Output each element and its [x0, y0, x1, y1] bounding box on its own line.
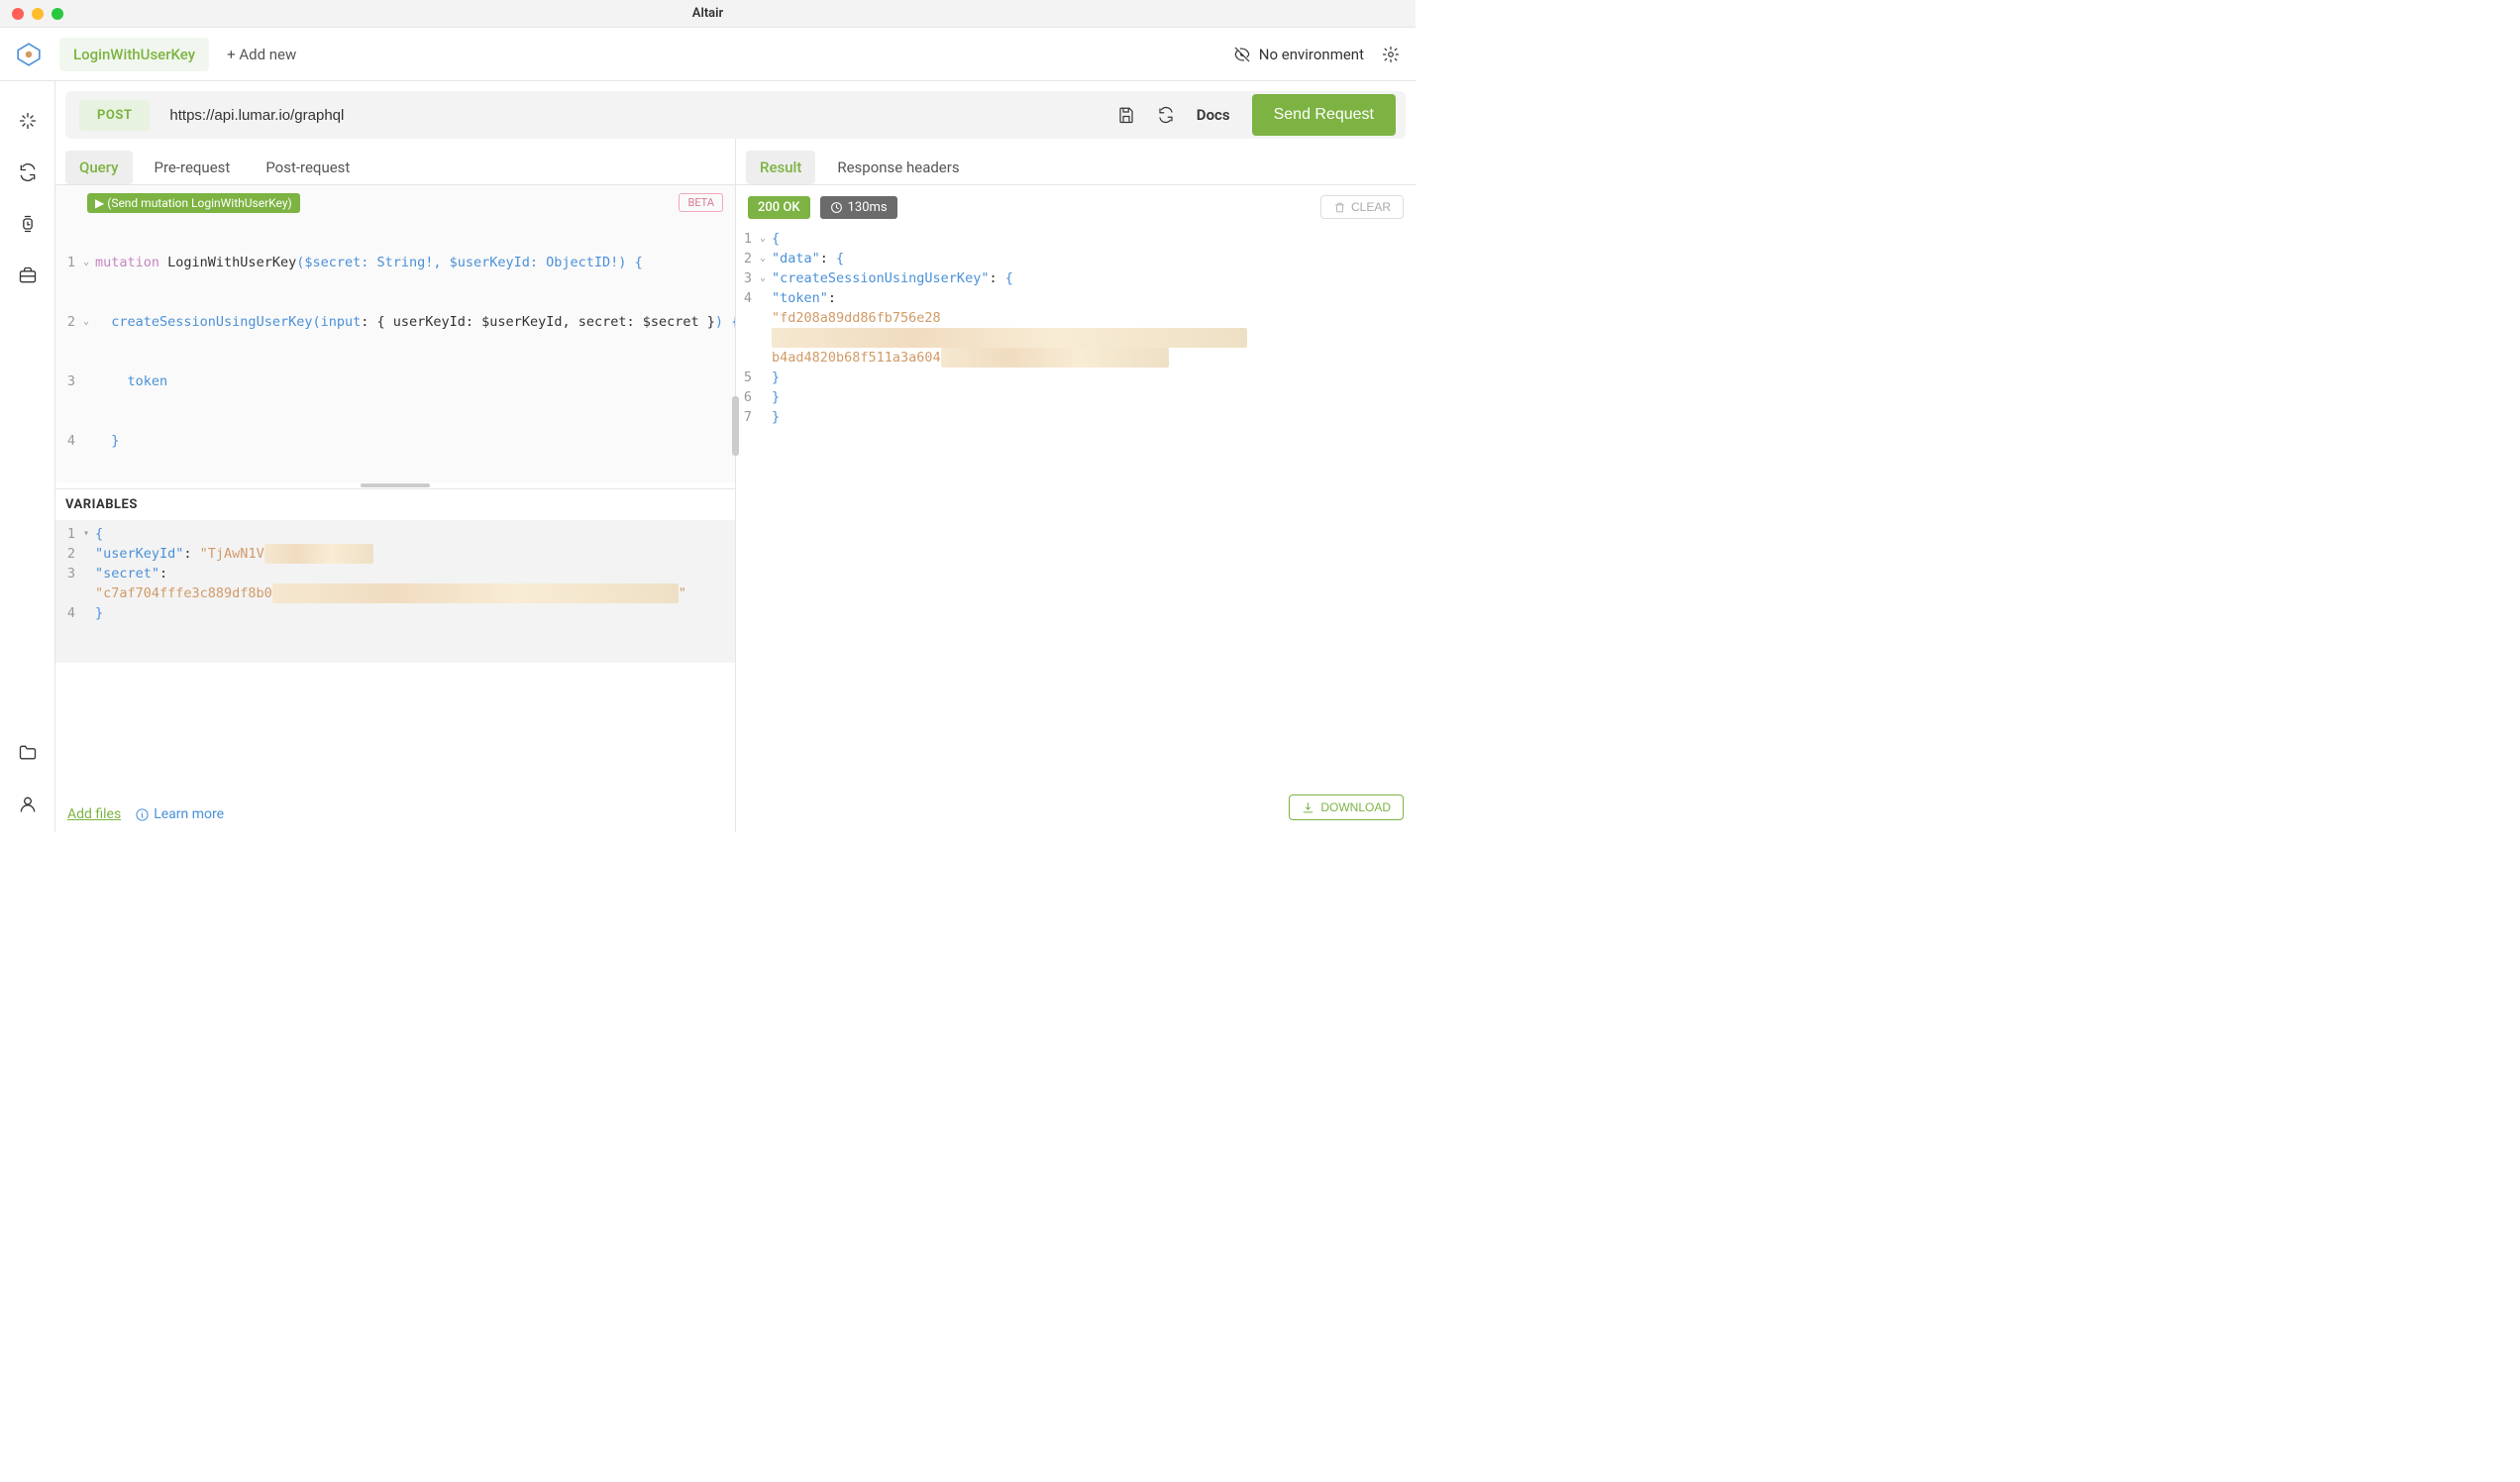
editor-footer: Add files Learn more [55, 796, 735, 832]
result-status-bar: 200 OK 130ms CLEAR [736, 185, 1416, 229]
variables-editor[interactable]: 1▾{ 2 "userKeyId": "TjAwN1Vxxxxxxxxxxxx … [55, 520, 735, 663]
beta-badge: BETA [679, 193, 723, 212]
sparkle-icon[interactable] [18, 111, 38, 131]
workspace-tab[interactable]: LoginWithUserKey [59, 38, 209, 71]
user-icon[interactable] [18, 794, 38, 814]
environment-selector[interactable]: No environment [1233, 46, 1364, 63]
titlebar: Altair [0, 0, 1416, 28]
docs-button[interactable]: Docs [1197, 106, 1230, 124]
tab-query[interactable]: Query [65, 151, 133, 184]
folder-icon[interactable] [18, 743, 38, 763]
response-time-badge: 130ms [820, 196, 897, 219]
url-bar: POST Docs Send Request [65, 91, 1406, 139]
app-logo-icon [16, 42, 42, 67]
result-pane: Result Response headers 200 OK 130ms CLE… [736, 139, 1416, 832]
query-editor[interactable]: ▶ (Send mutation LoginWithUserKey) BETA … [55, 185, 735, 482]
tab-pre-request[interactable]: Pre-request [141, 151, 245, 184]
tab-post-request[interactable]: Post-request [252, 151, 364, 184]
query-pane: Query Pre-request Post-request ▶ (Send m… [55, 139, 735, 832]
settings-icon[interactable] [1382, 46, 1400, 63]
save-icon[interactable] [1117, 106, 1135, 124]
info-icon [135, 807, 150, 822]
variables-header: VARIABLES [55, 489, 735, 520]
http-status-badge: 200 OK [748, 196, 810, 219]
trash-icon [1333, 201, 1346, 214]
download-icon [1302, 801, 1314, 814]
clock-icon [830, 201, 843, 214]
clear-button[interactable]: CLEAR [1320, 195, 1404, 219]
add-files-link[interactable]: Add files [67, 806, 121, 822]
environment-label: No environment [1259, 46, 1364, 63]
download-button[interactable]: DOWNLOAD [1289, 794, 1404, 820]
http-method-button[interactable]: POST [79, 100, 150, 131]
tab-result[interactable]: Result [746, 151, 815, 184]
tab-response-headers[interactable]: Response headers [823, 151, 973, 184]
window-zoom-icon[interactable] [52, 8, 63, 20]
traffic-lights [0, 8, 63, 20]
reload-icon[interactable] [1157, 106, 1175, 124]
sync-icon[interactable] [18, 162, 38, 182]
left-sidebar [0, 81, 55, 832]
topbar: LoginWithUserKey + Add new No environmen… [0, 28, 1416, 81]
send-request-button[interactable]: Send Request [1252, 94, 1396, 136]
watch-icon[interactable] [18, 214, 38, 234]
horizontal-splitter[interactable] [55, 482, 735, 488]
url-input[interactable] [150, 107, 1116, 124]
add-tab-button[interactable]: + Add new [227, 46, 296, 63]
eye-off-icon [1233, 46, 1251, 63]
variables-section: VARIABLES 1▾{ 2 "userKeyId": "TjAwN1Vxxx… [55, 488, 735, 796]
window-close-icon[interactable] [12, 8, 24, 20]
learn-more-link[interactable]: Learn more [135, 806, 224, 822]
window-minimize-icon[interactable] [32, 8, 44, 20]
briefcase-icon[interactable] [18, 265, 38, 285]
window-title: Altair [692, 6, 723, 21]
run-mutation-hint[interactable]: ▶ (Send mutation LoginWithUserKey) [87, 193, 300, 213]
result-viewer[interactable]: 1⌄{ 2⌄ "data": { 3⌄ "createSessionUsingU… [736, 229, 1416, 427]
